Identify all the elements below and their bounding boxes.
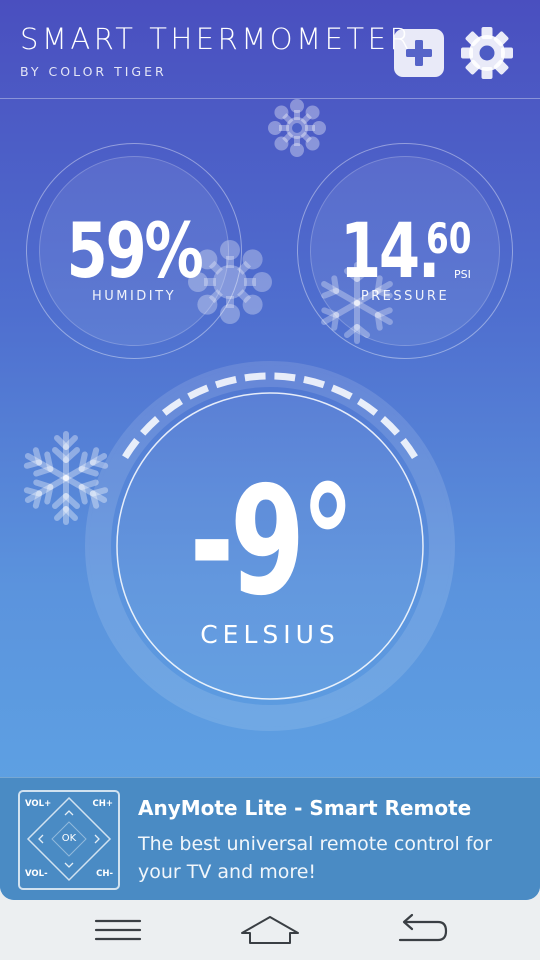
system-navbar — [0, 900, 540, 960]
remote-vol-plus-label: VOL+ — [25, 799, 52, 809]
humidity-value: 59% — [66, 206, 204, 295]
add-button[interactable] — [394, 29, 444, 77]
pressure-unit: PSI — [454, 268, 471, 281]
humidity-label: HUMIDITY — [91, 289, 177, 304]
plus-icon — [406, 40, 432, 66]
temperature-value: -9° — [189, 455, 354, 629]
app-title: SMART THERMOMETER — [20, 22, 414, 56]
gauge-tick — [274, 372, 296, 382]
header: SMART THERMOMETER BY COLOR TIGER — [0, 0, 540, 99]
app-subtitle: BY COLOR TIGER — [20, 64, 167, 79]
pressure-label: PRESSURE — [360, 289, 450, 304]
ad-description: The best universal remote control for yo… — [138, 833, 492, 883]
remote-control-icon: VOL+ CH+ OK VOL- CH- — [18, 790, 120, 890]
remote-ok-label: OK — [61, 833, 77, 844]
snowflake-icon — [268, 99, 326, 157]
gauge-tick — [244, 372, 266, 382]
temperature-unit: CELSIUS — [200, 620, 340, 649]
back-icon[interactable] — [392, 910, 452, 950]
ad-title: AnyMote Lite - Smart Remote — [138, 796, 472, 820]
gear-icon[interactable] — [460, 26, 514, 80]
remote-ch-minus-label: CH- — [96, 869, 113, 879]
pressure-value-integer: 14. — [340, 206, 440, 295]
home-icon[interactable] — [240, 910, 300, 950]
pressure-value-decimal: 60 — [426, 214, 472, 263]
remote-ch-plus-label: CH+ — [92, 799, 113, 809]
menu-icon[interactable] — [88, 910, 148, 950]
app-screen: SMART THERMOMETER BY COLOR TIGER 59% HUM… — [0, 0, 540, 900]
remote-vol-minus-label: VOL- — [25, 869, 48, 879]
ad-banner[interactable]: VOL+ CH+ OK VOL- CH- AnyMote Lite - Smar… — [0, 777, 540, 900]
